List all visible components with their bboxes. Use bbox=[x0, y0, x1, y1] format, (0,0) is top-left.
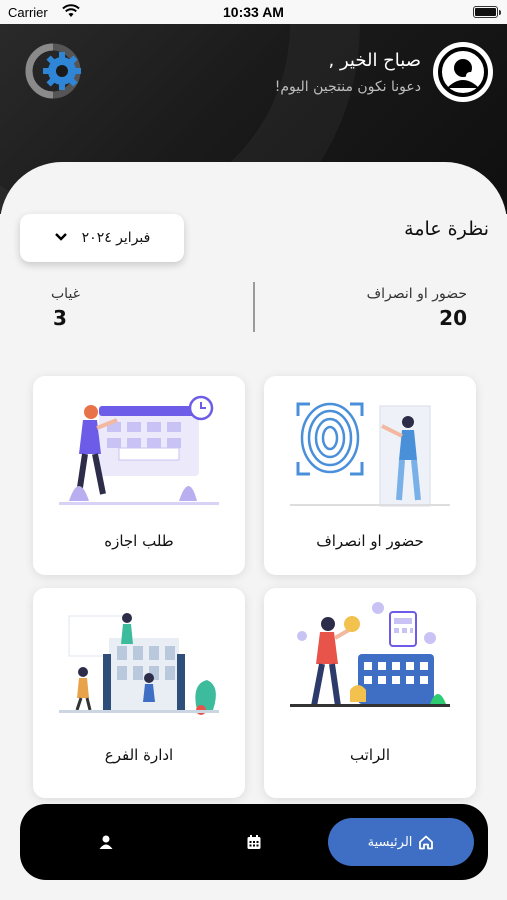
calendar-illustration bbox=[59, 395, 219, 505]
chevron-down-icon bbox=[54, 230, 68, 246]
branch-illustration bbox=[59, 613, 219, 715]
attendance-stat: حضور او انصراف 20 bbox=[367, 286, 467, 330]
absence-stat-value: 3 bbox=[53, 306, 67, 330]
attendance-card-label: حضور او انصراف bbox=[316, 532, 424, 550]
salary-card-label: الراتب bbox=[349, 746, 391, 764]
user-avatar-icon bbox=[438, 47, 488, 97]
avatar[interactable] bbox=[433, 42, 493, 102]
profile-tab[interactable] bbox=[96, 832, 116, 852]
leave-request-card-label: طلب اجازه bbox=[104, 532, 174, 550]
branch-management-card-label: ادارة الفرع bbox=[104, 746, 174, 764]
overview-title: نظرة عامة bbox=[404, 218, 489, 240]
home-tab-label: الرئيسية bbox=[367, 834, 413, 850]
status-bar: Carrier 10:33 AM bbox=[0, 0, 507, 24]
fingerprint-illustration bbox=[290, 402, 450, 507]
greeting-text: صباح الخير , bbox=[328, 50, 421, 71]
home-icon bbox=[419, 835, 434, 850]
greeting-subtitle: دعونا نكون منتجين اليوم! bbox=[274, 79, 421, 95]
leave-request-card[interactable]: طلب اجازه bbox=[33, 376, 245, 575]
calendar-tab[interactable] bbox=[244, 832, 264, 852]
battery-icon bbox=[473, 6, 501, 18]
branch-management-card[interactable]: ادارة الفرع bbox=[33, 588, 245, 798]
month-label: فبراير ٢٠٢٤ bbox=[81, 230, 151, 246]
main-content: نظرة عامة فبراير ٢٠٢٤ حضور او انصراف 20 … bbox=[0, 162, 507, 900]
stat-divider bbox=[253, 282, 255, 332]
attendance-stat-value: 20 bbox=[439, 306, 467, 330]
app-logo-icon bbox=[22, 40, 84, 102]
home-tab[interactable]: الرئيسية bbox=[328, 818, 474, 866]
absence-stat-label: غياب bbox=[51, 286, 80, 302]
clock: 10:33 AM bbox=[223, 4, 284, 20]
bottom-navigation: الرئيسية bbox=[20, 804, 488, 880]
salary-card[interactable]: الراتب bbox=[264, 588, 476, 798]
salary-illustration bbox=[290, 602, 450, 707]
month-selector[interactable]: فبراير ٢٠٢٤ bbox=[20, 214, 184, 262]
calendar-icon bbox=[247, 835, 261, 849]
attendance-card[interactable]: حضور او انصراف bbox=[264, 376, 476, 575]
attendance-stat-label: حضور او انصراف bbox=[366, 286, 467, 302]
person-icon bbox=[99, 835, 113, 849]
absence-stat: غياب 3 bbox=[40, 286, 80, 330]
